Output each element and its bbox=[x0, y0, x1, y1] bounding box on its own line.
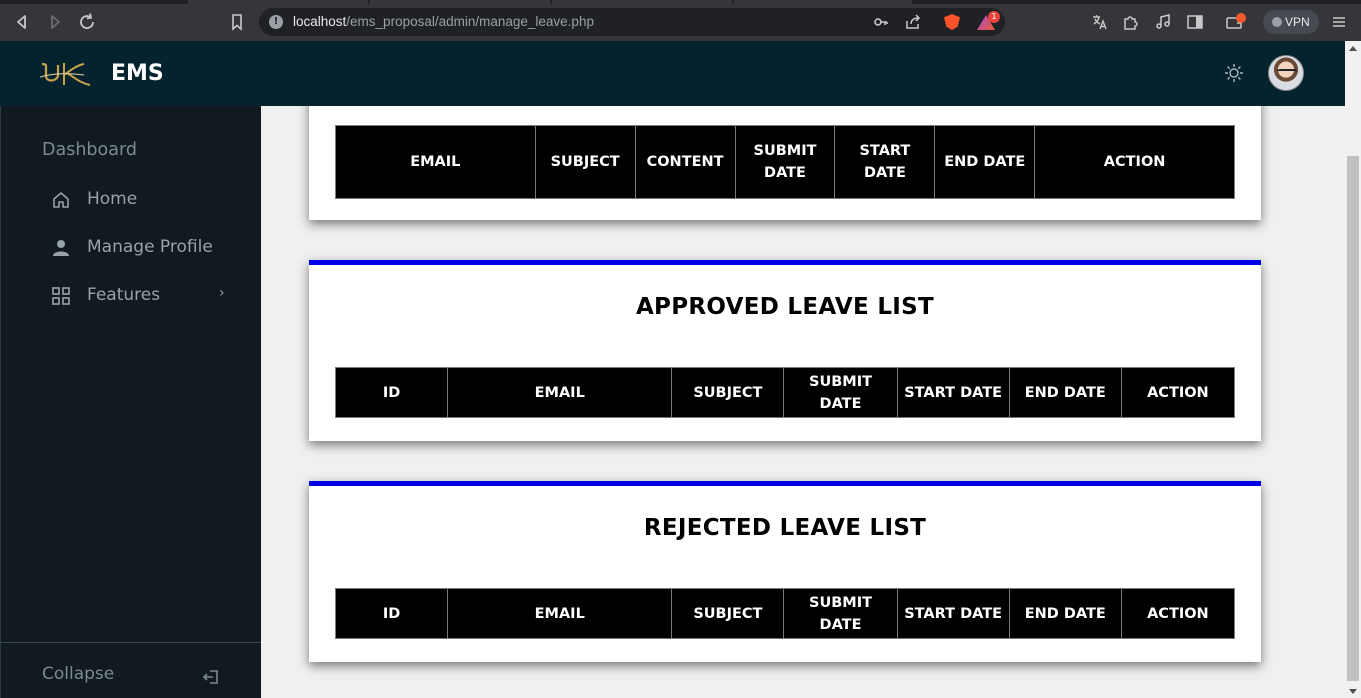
approved-leave-card: APPROVED LEAVE LIST ID EMAIL SUBJECT SUB… bbox=[309, 260, 1261, 441]
sidebar-item-label: Home bbox=[87, 189, 138, 209]
sidebar-item-label: Manage Profile bbox=[87, 237, 213, 257]
column-header-start-date[interactable]: START DATE bbox=[834, 125, 936, 199]
forward-icon[interactable] bbox=[43, 10, 67, 34]
column-header-action[interactable]: ACTION bbox=[1120, 588, 1236, 639]
column-header-end-date[interactable]: END DATE bbox=[934, 125, 1036, 199]
url-host: localhost bbox=[293, 14, 347, 29]
back-icon[interactable] bbox=[10, 10, 34, 34]
column-header-action[interactable]: ACTION bbox=[1034, 125, 1235, 199]
bookmark-icon[interactable] bbox=[225, 10, 249, 34]
pending-leave-table: EMAIL SUBJECT CONTENT SUBMIT DATE START … bbox=[335, 125, 1235, 199]
sidebar-title[interactable]: Dashboard bbox=[42, 140, 137, 160]
vpn-button[interactable]: VPN bbox=[1263, 10, 1319, 34]
collapse-button[interactable]: Collapse bbox=[42, 664, 114, 684]
collapse-icon[interactable] bbox=[201, 667, 221, 687]
column-header-subject[interactable]: SUBJECT bbox=[671, 588, 785, 639]
sidebar-item-label: Features bbox=[87, 285, 161, 305]
approved-leave-title: APPROVED LEAVE LIST bbox=[635, 294, 935, 320]
menu-icon[interactable] bbox=[1327, 10, 1351, 34]
share-icon[interactable] bbox=[903, 12, 923, 32]
main-content: EMAIL SUBJECT CONTENT SUBMIT DATE START … bbox=[261, 106, 1345, 698]
column-header-subject[interactable]: SUBJECT bbox=[671, 367, 785, 418]
column-header-email[interactable]: EMAIL bbox=[447, 367, 673, 418]
site-info-icon[interactable]: ! bbox=[269, 15, 283, 29]
app-brand[interactable]: EMS bbox=[111, 61, 164, 86]
column-header-id[interactable]: ID bbox=[334, 588, 449, 639]
column-header-submit-date[interactable]: SUBMIT DATE bbox=[783, 367, 898, 418]
sidebar-item-manage-profile[interactable]: Manage Profile bbox=[51, 234, 241, 264]
sidebar-toggle-icon[interactable] bbox=[1183, 10, 1207, 34]
table-header-row: ID EMAIL SUBJECT SUBMIT DATE START DATE … bbox=[334, 367, 1236, 418]
sidebar-item-home[interactable]: Home bbox=[51, 186, 241, 216]
rejected-leave-table: ID EMAIL SUBJECT SUBMIT DATE START DATE … bbox=[334, 588, 1236, 639]
column-header-email[interactable]: EMAIL bbox=[335, 125, 536, 199]
chevron-right-icon: › bbox=[219, 285, 225, 301]
column-header-start-date[interactable]: START DATE bbox=[896, 367, 1010, 418]
media-icon[interactable] bbox=[1151, 10, 1175, 34]
column-header-id[interactable]: ID bbox=[334, 367, 449, 418]
brand-logo[interactable] bbox=[39, 61, 92, 87]
approved-leave-table: ID EMAIL SUBJECT SUBMIT DATE START DATE … bbox=[334, 367, 1236, 418]
table-header-row: ID EMAIL SUBJECT SUBMIT DATE START DATE … bbox=[334, 588, 1236, 639]
address-bar[interactable]: ! localhost/ems_proposal/admin/manage_le… bbox=[259, 8, 1005, 36]
sidebar: Dashboard Home Manage Profile Features ›… bbox=[0, 106, 262, 698]
rewards-badge: 1 bbox=[988, 11, 1000, 23]
reload-icon[interactable] bbox=[75, 10, 99, 34]
column-header-subject[interactable]: SUBJECT bbox=[534, 125, 636, 199]
theme-toggle-icon[interactable] bbox=[1223, 62, 1245, 84]
sidebar-divider bbox=[1, 642, 262, 643]
wallet-badge bbox=[1236, 13, 1246, 23]
key-icon[interactable] bbox=[871, 12, 891, 32]
app-header: EMS bbox=[0, 41, 1345, 106]
column-header-submit-date[interactable]: SUBMIT DATE bbox=[734, 125, 836, 199]
column-header-end-date[interactable]: END DATE bbox=[1008, 367, 1122, 418]
home-icon bbox=[51, 190, 71, 210]
translate-icon[interactable] bbox=[1087, 10, 1111, 34]
column-header-action[interactable]: ACTION bbox=[1120, 367, 1236, 418]
grid-icon bbox=[51, 286, 71, 306]
scrollbar-thumb[interactable] bbox=[1347, 156, 1359, 681]
column-header-content[interactable]: CONTENT bbox=[634, 125, 736, 199]
url-path: /ems_proposal/admin/manage_leave.php bbox=[346, 14, 594, 29]
rejected-leave-title: REJECTED LEAVE LIST bbox=[643, 515, 927, 541]
column-header-start-date[interactable]: START DATE bbox=[896, 588, 1010, 639]
scroll-down-icon[interactable] bbox=[1349, 689, 1357, 694]
browser-toolbar: ! localhost/ems_proposal/admin/manage_le… bbox=[0, 4, 1361, 41]
column-header-email[interactable]: EMAIL bbox=[447, 588, 673, 639]
pending-leave-card: EMAIL SUBJECT CONTENT SUBMIT DATE START … bbox=[309, 106, 1261, 220]
column-header-submit-date[interactable]: SUBMIT DATE bbox=[783, 588, 898, 639]
brave-shields-icon[interactable] bbox=[944, 14, 960, 30]
sidebar-item-features[interactable]: Features › bbox=[51, 282, 241, 312]
url-text[interactable]: localhost/ems_proposal/admin/manage_leav… bbox=[293, 14, 594, 29]
rejected-leave-card: REJECTED LEAVE LIST ID EMAIL SUBJECT SUB… bbox=[309, 481, 1261, 662]
column-header-end-date[interactable]: END DATE bbox=[1008, 588, 1122, 639]
table-header-row: EMAIL SUBJECT CONTENT SUBMIT DATE START … bbox=[335, 125, 1235, 199]
user-avatar[interactable] bbox=[1268, 55, 1304, 91]
user-icon bbox=[51, 238, 71, 258]
extensions-icon[interactable] bbox=[1119, 10, 1143, 34]
scroll-up-icon[interactable] bbox=[1349, 46, 1357, 51]
page-scrollbar[interactable] bbox=[1345, 41, 1361, 698]
